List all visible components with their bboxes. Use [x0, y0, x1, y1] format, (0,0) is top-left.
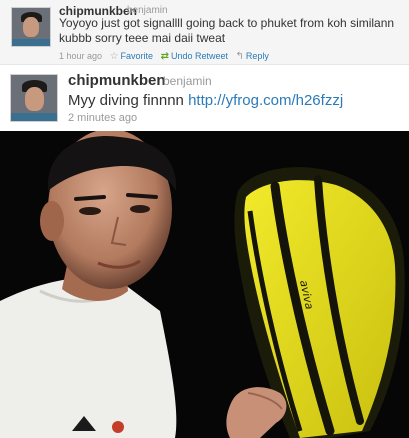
retweet-icon[interactable]: ⇄ — [161, 51, 169, 62]
tweet-text-body: Myy diving finnnn — [68, 92, 184, 109]
tweet-text: Yoyoyo just got signallll going back to … — [59, 16, 395, 45]
avatar[interactable] — [11, 7, 51, 47]
avatar[interactable] — [10, 74, 58, 122]
tweet-photo[interactable]: aviva — [0, 131, 409, 438]
star-icon[interactable]: ☆ — [110, 51, 119, 62]
real-name: benjamin — [163, 74, 212, 88]
real-name: benjamin — [127, 5, 168, 16]
username-link[interactable]: chipmunkben — [68, 72, 166, 89]
tweet-text: Myy diving finnnn http://yfrog.com/h26fz… — [68, 92, 343, 109]
timestamp-link[interactable]: 1 hour ago — [59, 51, 102, 61]
tweet-1: chipmunkben benjamin Yoyoyo just got sig… — [0, 0, 409, 65]
photo-link[interactable]: http://yfrog.com/h26fzzj — [188, 92, 343, 109]
reply-icon[interactable]: ↰ — [236, 51, 244, 62]
undo-retweet-button[interactable]: Undo Retweet — [171, 51, 228, 61]
tweet-meta: 1 hour ago ☆ Favorite ⇄ Undo Retweet ↰ Repl… — [59, 51, 269, 62]
tweet-2: chipmunkben benjamin Myy diving finnnn h… — [0, 65, 409, 131]
timestamp-link[interactable]: 2 minutes ago — [68, 112, 137, 124]
reply-button[interactable]: Reply — [246, 51, 269, 61]
photo-illustration: aviva — [0, 131, 409, 438]
favorite-button[interactable]: Favorite — [121, 51, 154, 61]
